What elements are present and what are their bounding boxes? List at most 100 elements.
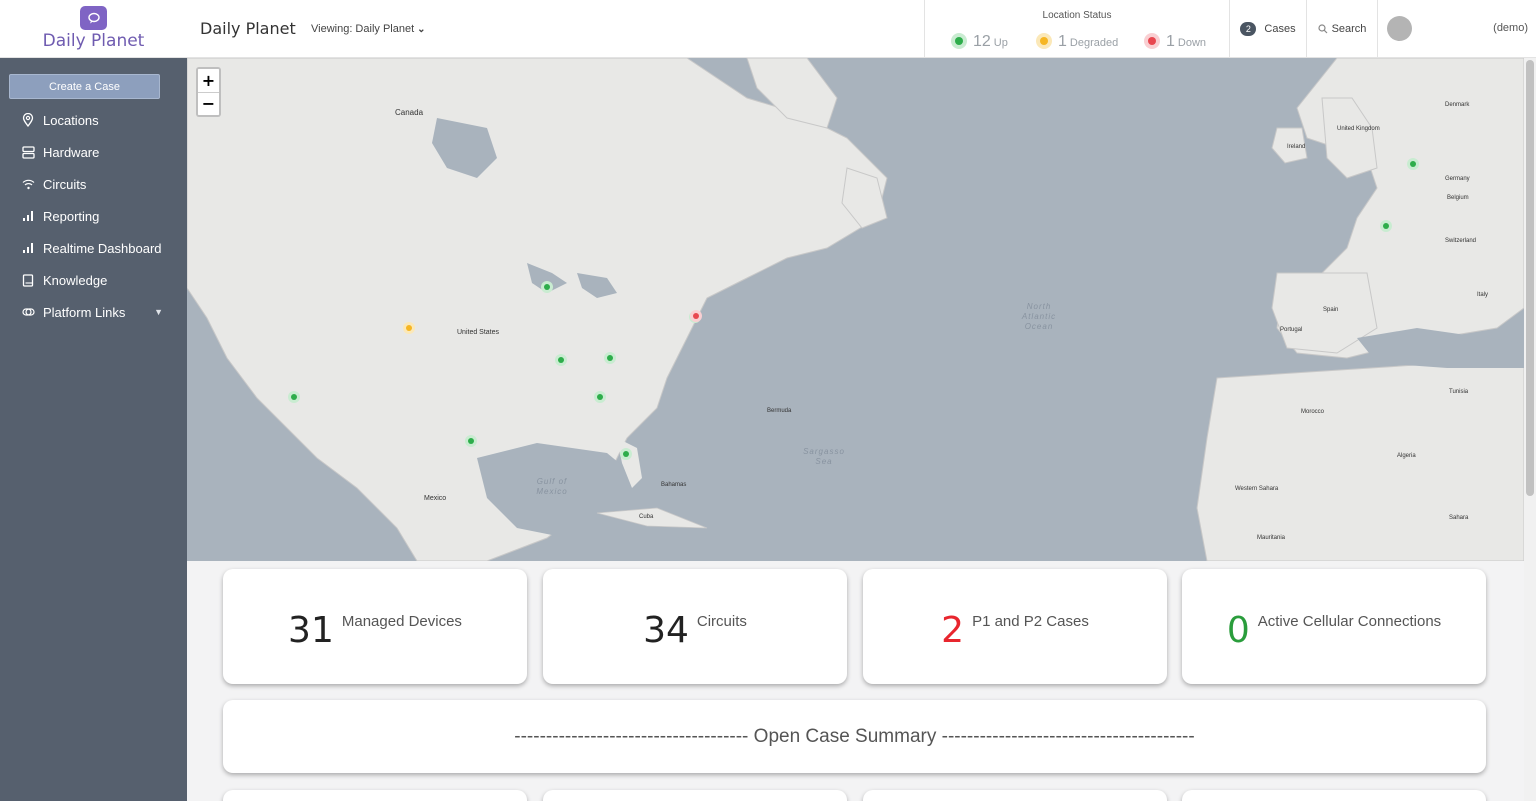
map-label-tunisia: Tunisia — [1449, 389, 1469, 395]
location-marker[interactable] — [1407, 158, 1419, 170]
location-marker[interactable] — [465, 435, 477, 447]
location-marker[interactable] — [620, 448, 632, 460]
summary-card — [543, 790, 847, 801]
managed-devices-value: 31 — [288, 610, 334, 651]
map-label-algeria: Algeria — [1397, 453, 1416, 459]
search-label: Search — [1331, 23, 1367, 35]
map-label-united-states: United States — [457, 329, 500, 336]
status-down[interactable]: 1 Down — [1144, 30, 1206, 51]
sidebar-item-realtime-dashboard[interactable]: Realtime Dashboard — [0, 232, 187, 264]
status-down-count: 1 — [1166, 33, 1175, 50]
sidebar-item-label: Reporting — [43, 208, 100, 224]
map-label-portugal: Portugal — [1280, 327, 1303, 333]
sidebar-item-label: Knowledge — [43, 272, 108, 288]
location-marker[interactable] — [1380, 220, 1392, 232]
wifi-icon — [21, 177, 35, 191]
status-up[interactable]: 12 Up — [951, 30, 1008, 51]
page-title: Daily Planet — [200, 19, 296, 38]
map-label-north-atlantic: North Atlantic Ocean — [1021, 302, 1057, 331]
sidebar-item-platform-links[interactable]: Platform Links ▼ — [0, 296, 187, 328]
sidebar: Daily Planet Create a Case Locations Har… — [0, 0, 187, 801]
sidebar-item-reporting[interactable]: Reporting — [0, 200, 187, 232]
summary-card — [223, 790, 527, 801]
cases-label: Cases — [1264, 23, 1296, 35]
map-label-sahara: Sahara — [1449, 515, 1469, 521]
map-label-mauritania: Mauritania — [1257, 535, 1286, 541]
location-status: Location Status 12 Up 1 Degraded 1 Down — [924, 0, 1230, 58]
map-label-ireland: Ireland — [1287, 144, 1306, 150]
avatar[interactable] — [1387, 16, 1412, 41]
zoom-in-button[interactable]: + — [198, 69, 219, 92]
map-label-canada: Canada — [395, 108, 424, 117]
map-label-united-kingdom: United Kingdom — [1337, 126, 1380, 132]
cases-button[interactable]: 2 Cases — [1230, 0, 1307, 58]
location-status-title: Location Status — [1042, 10, 1112, 21]
location-marker[interactable] — [288, 391, 300, 403]
link-icon — [21, 305, 35, 319]
map-label-cuba: Cuba — [639, 514, 654, 520]
cellular-connections-value: 0 — [1226, 610, 1250, 651]
map-pin-icon — [21, 113, 35, 127]
book-icon — [21, 273, 35, 287]
cases-count-badge: 2 — [1240, 22, 1257, 36]
brand-name: Daily Planet — [42, 31, 145, 51]
status-down-dot-icon — [1144, 33, 1160, 49]
location-marker-degraded[interactable] — [403, 322, 415, 334]
circuits-card[interactable]: 34 Circuits — [543, 569, 847, 684]
locations-map[interactable]: + − Canada United States Mexico Cuba Ber… — [187, 58, 1524, 561]
map-label-bahamas: Bahamas — [661, 482, 687, 488]
zoom-out-button[interactable]: − — [198, 92, 219, 115]
top-header: Daily Planet Viewing: Daily Planet ⌄ Loca… — [187, 0, 1536, 58]
status-degraded-dot-icon — [1036, 33, 1052, 49]
status-up-count: 12 — [973, 33, 991, 50]
bar-chart-icon — [21, 241, 35, 255]
sidebar-item-label: Hardware — [43, 144, 100, 160]
circuits-value: 34 — [643, 610, 689, 651]
sidebar-item-label: Circuits — [43, 176, 87, 192]
cellular-connections-label: Active Cellular Connections — [1257, 613, 1442, 630]
map-label-bermuda: Bermuda — [767, 408, 792, 414]
sidebar-item-knowledge[interactable]: Knowledge — [0, 264, 187, 296]
cellular-connections-card[interactable]: 0 Active Cellular Connections — [1182, 569, 1486, 684]
chevron-down-icon: ⌄ — [417, 24, 426, 35]
map-label-denmark: Denmark — [1445, 102, 1470, 108]
viewing-selector[interactable]: Viewing: Daily Planet ⌄ — [311, 23, 426, 35]
map-label-belgium: Belgium — [1447, 195, 1469, 201]
location-marker[interactable] — [541, 281, 553, 293]
status-down-label: Down — [1177, 37, 1207, 49]
page-scrollbar[interactable] — [1524, 58, 1536, 801]
map-label-germany: Germany — [1445, 176, 1470, 182]
bar-chart-icon — [21, 209, 35, 223]
sidebar-item-hardware[interactable]: Hardware — [0, 136, 187, 168]
location-marker[interactable] — [594, 391, 606, 403]
search-icon — [1317, 24, 1328, 34]
status-degraded-label: Degraded — [1069, 37, 1119, 49]
open-case-summary-title: ------------------------------------- Op… — [514, 725, 1195, 747]
status-degraded-count: 1 — [1058, 33, 1067, 50]
map-label-morocco: Morocco — [1301, 409, 1325, 415]
brand[interactable]: Daily Planet — [0, 0, 187, 58]
sidebar-item-circuits[interactable]: Circuits — [0, 168, 187, 200]
location-marker[interactable] — [555, 354, 567, 366]
location-marker-down[interactable] — [690, 310, 702, 322]
location-marker[interactable] — [604, 352, 616, 364]
map-label-mexico: Mexico — [424, 495, 447, 502]
map-label-switzerland: Switzerland — [1445, 238, 1477, 244]
status-up-label: Up — [993, 37, 1008, 49]
scrollbar-thumb[interactable] — [1526, 60, 1534, 496]
caret-down-icon: ▼ — [154, 307, 163, 317]
user-name[interactable]: (demo) — [1493, 22, 1528, 34]
managed-devices-card[interactable]: 31 Managed Devices — [223, 569, 527, 684]
p1-p2-cases-card[interactable]: 2 P1 and P2 Cases — [863, 569, 1167, 684]
brand-logo-icon — [80, 6, 107, 30]
server-icon — [21, 145, 35, 159]
p1-p2-cases-label: P1 and P2 Cases — [972, 613, 1089, 630]
sidebar-item-label: Realtime Dashboard — [43, 240, 162, 256]
sidebar-item-label: Platform Links — [43, 304, 126, 320]
create-case-button[interactable]: Create a Case — [9, 74, 160, 99]
viewing-label: Viewing: Daily Planet — [311, 23, 415, 35]
status-degraded[interactable]: 1 Degraded — [1036, 30, 1118, 51]
sidebar-item-locations[interactable]: Locations — [0, 104, 187, 136]
search-button[interactable]: Search — [1307, 0, 1378, 58]
sidebar-nav: Locations Hardware Circuits Reporting Re… — [0, 104, 187, 328]
